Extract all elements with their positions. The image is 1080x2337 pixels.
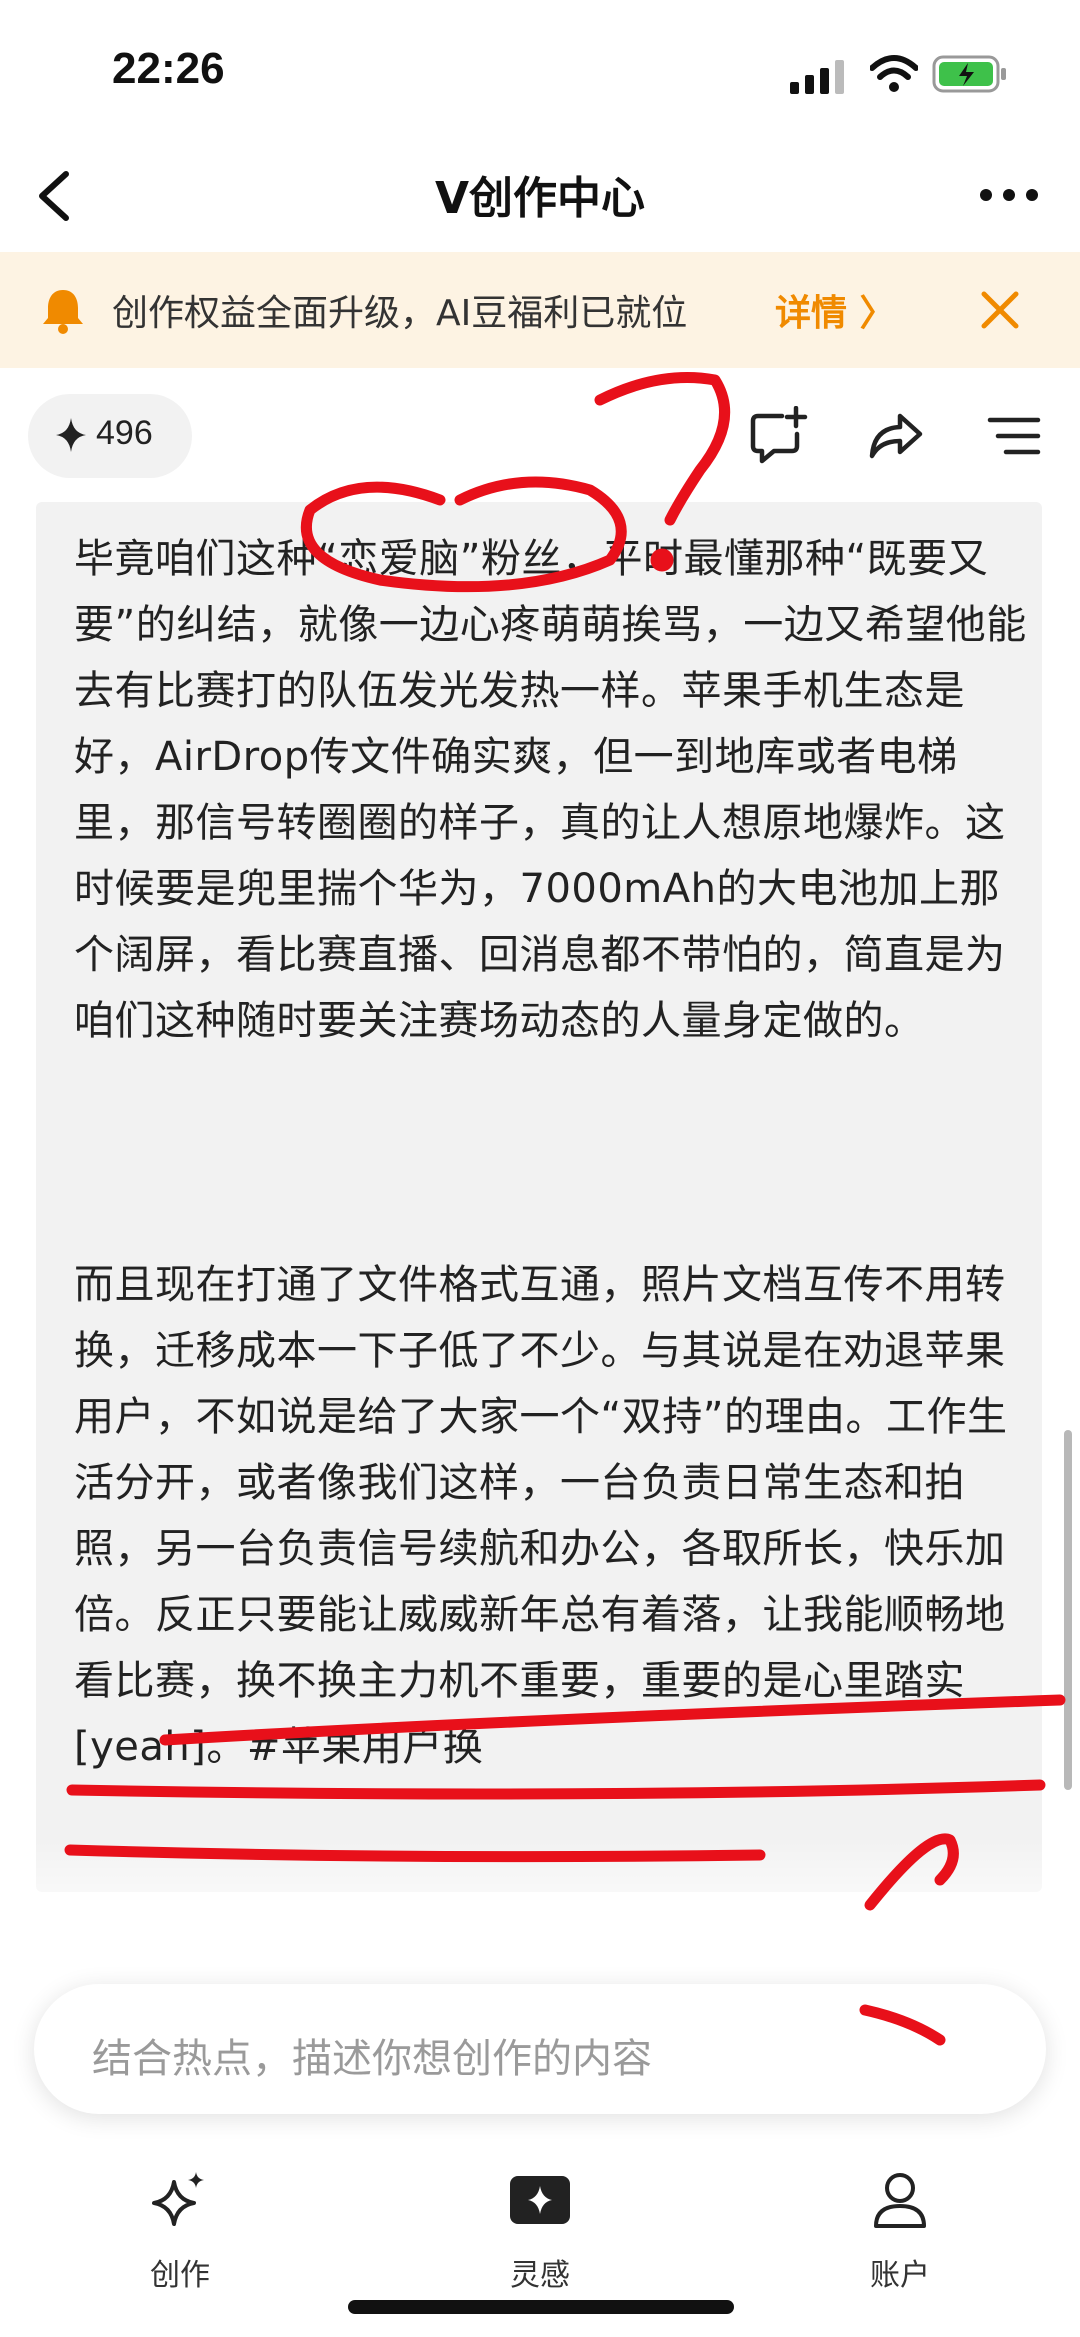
menu-icon[interactable]: [984, 406, 1044, 466]
close-icon[interactable]: [978, 288, 1022, 332]
scrollbar[interactable]: [1064, 1430, 1072, 1790]
page-title: V创作中心: [434, 173, 646, 224]
inspiration-icon: [510, 2176, 570, 2224]
user-icon: [874, 2173, 926, 2228]
sparkle-icon: [56, 418, 86, 452]
battery-charging-icon: [932, 55, 1006, 93]
add-comment-icon[interactable]: [748, 406, 808, 466]
share-icon[interactable]: [866, 406, 926, 466]
prompt-input[interactable]: 结合热点，描述你想创作的内容: [34, 1984, 1046, 2114]
cellular-signal-icon: [790, 60, 844, 94]
tab-create[interactable]: 创作: [90, 2170, 270, 2293]
sparkle-icon: [152, 2172, 204, 2226]
editor-toolbar: 496: [0, 368, 1080, 498]
tab-label: 账户: [870, 2258, 930, 2293]
nav-bar: V创作中心: [0, 140, 1080, 252]
home-indicator: [348, 2300, 734, 2314]
content-paragraph: 而且现在打通了文件格式互通，照片文档互传不用转换，迁移成本一下子低了不少。与其说…: [74, 1262, 1008, 1770]
content-fade: [0, 1840, 1080, 1970]
tab-label: 灵感: [510, 2258, 570, 2293]
notice-text: 创作权益全面升级，AI豆福利已就位: [112, 293, 688, 334]
notice-detail-link[interactable]: 详情 〉: [775, 284, 896, 336]
notice-banner: 创作权益全面升级，AI豆福利已就位 详情 〉: [0, 252, 1080, 368]
wifi-icon: [870, 55, 918, 92]
prompt-placeholder: 结合热点，描述你想创作的内容: [92, 2036, 652, 2082]
bell-icon: [43, 290, 83, 334]
status-bar: 22:26: [0, 0, 1080, 140]
tab-account[interactable]: 账户: [810, 2170, 990, 2293]
more-options-icon[interactable]: [978, 180, 1040, 210]
generated-content-card: 毕竟咱们这种“恋爱脑”粉丝，平时最懂那种“既要又要”的纠结，就像一边心疼萌萌挨骂…: [36, 502, 1042, 1892]
credit-badge[interactable]: 496: [28, 394, 192, 478]
tab-label: 创作: [150, 2258, 210, 2293]
content-paragraph: 毕竟咱们这种“恋爱脑”粉丝，平时最懂那种“既要又要”的纠结，就像一边心疼萌萌挨骂…: [74, 536, 1027, 1044]
status-time: 22:26: [112, 44, 225, 93]
credit-count: 496: [96, 414, 153, 452]
tab-inspiration[interactable]: 灵感: [450, 2170, 630, 2293]
